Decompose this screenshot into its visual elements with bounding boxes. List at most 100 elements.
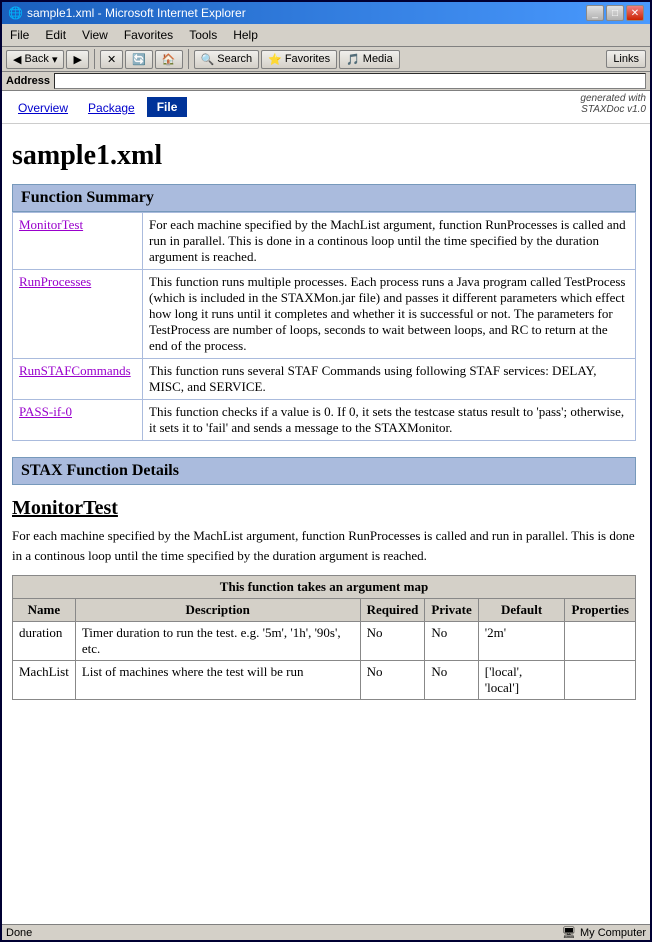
back-label: Back — [24, 53, 48, 65]
links-label: Links — [613, 53, 639, 65]
func-link-runstafcommands[interactable]: RunSTAFCommands — [19, 363, 131, 378]
func-desc-monitortest: For each machine specified by the MachLi… — [143, 213, 636, 270]
generated-line1: generated with — [580, 93, 646, 104]
stax-function-details-header: STAX Function Details — [12, 457, 636, 485]
forward-arrow-icon: ▶ — [73, 53, 81, 66]
table-row: RunSTAFCommands This function runs sever… — [13, 359, 636, 400]
toolbar-sep-2 — [188, 49, 189, 69]
search-button[interactable]: 🔍 Search — [194, 50, 260, 69]
star-icon: ⭐ — [268, 53, 282, 66]
title-bar: 🌐 sample1.xml - Microsoft Internet Explo… — [2, 2, 650, 24]
generated-info: generated with STAXDoc v1.0 — [576, 91, 650, 117]
media-button[interactable]: 🎵 Media — [339, 50, 400, 69]
back-dropdown-icon: ▾ — [52, 53, 58, 66]
home-icon: 🏠 — [162, 53, 176, 66]
table-row: MonitorTest For each machine specified b… — [13, 213, 636, 270]
arg-required-machlist: No — [360, 661, 425, 700]
tab-package[interactable]: Package — [80, 99, 143, 117]
home-button[interactable]: 🏠 — [155, 50, 183, 69]
arg-properties-machlist — [565, 661, 636, 700]
menu-favorites[interactable]: Favorites — [116, 26, 181, 44]
menu-bar: File Edit View Favorites Tools Help — [2, 24, 650, 47]
table-row: duration Timer duration to run the test.… — [13, 622, 636, 661]
menu-tools[interactable]: Tools — [181, 26, 225, 44]
arg-properties-duration — [565, 622, 636, 661]
table-row: RunProcesses This function runs multiple… — [13, 270, 636, 359]
arg-map-table: This function takes an argument map Name… — [12, 575, 636, 700]
minimize-button[interactable]: _ — [586, 5, 604, 21]
arg-desc-machlist: List of machines where the test will be … — [75, 661, 360, 700]
nav-tabs: Overview Package File — [2, 91, 195, 121]
col-default: Default — [478, 599, 565, 622]
ie-window: 🌐 sample1.xml - Microsoft Internet Explo… — [0, 0, 652, 942]
stop-icon: ✕ — [107, 53, 116, 66]
refresh-button[interactable]: 🔄 — [125, 50, 153, 69]
arg-desc-duration: Timer duration to run the test. e.g. '5m… — [75, 622, 360, 661]
col-private: Private — [425, 599, 478, 622]
address-label: Address — [6, 75, 50, 87]
address-bar: Address — [2, 72, 650, 91]
table-row: MachList List of machines where the test… — [13, 661, 636, 700]
links-button[interactable]: Links — [606, 50, 646, 68]
arg-private-machlist: No — [425, 661, 478, 700]
computer-icon: 🖥 — [562, 926, 576, 939]
arg-private-duration: No — [425, 622, 478, 661]
main-content: sample1.xml Function Summary MonitorTest… — [2, 124, 650, 924]
function-summary-table: MonitorTest For each machine specified b… — [12, 212, 636, 441]
window-title: sample1.xml - Microsoft Internet Explore… — [27, 6, 246, 20]
menu-help[interactable]: Help — [225, 26, 266, 44]
arg-default-machlist: ['local', 'local'] — [478, 661, 565, 700]
menu-view[interactable]: View — [74, 26, 116, 44]
favorites-button[interactable]: ⭐ Favorites — [261, 50, 337, 69]
title-bar-left: 🌐 sample1.xml - Microsoft Internet Explo… — [8, 6, 246, 20]
col-properties: Properties — [565, 599, 636, 622]
favorites-label: Favorites — [285, 53, 330, 65]
col-name: Name — [13, 599, 76, 622]
nav-header: Overview Package File generated with STA… — [2, 91, 650, 124]
arg-table-title: This function takes an argument map — [13, 576, 636, 599]
maximize-button[interactable]: □ — [606, 5, 624, 21]
menu-file[interactable]: File — [2, 26, 37, 44]
func-desc-passif0: This function checks if a value is 0. If… — [143, 400, 636, 441]
forward-button[interactable]: ▶ — [66, 50, 88, 69]
monitor-test-title: MonitorTest — [12, 497, 636, 520]
media-label: Media — [363, 53, 393, 65]
title-bar-buttons: _ □ ✕ — [586, 5, 644, 21]
status-right: 🖥 My Computer — [562, 926, 646, 939]
media-icon: 🎵 — [346, 53, 360, 66]
back-arrow-icon: ◀ — [13, 53, 21, 66]
func-desc-runstafcommands: This function runs several STAF Commands… — [143, 359, 636, 400]
col-required: Required — [360, 599, 425, 622]
generated-line2: STAXDoc v1.0 — [580, 104, 646, 115]
col-description: Description — [75, 599, 360, 622]
func-link-monitortest[interactable]: MonitorTest — [19, 217, 83, 232]
search-icon: 🔍 — [201, 53, 215, 66]
toolbar-sep-1 — [94, 49, 95, 69]
toolbar: ◀ Back ▾ ▶ ✕ 🔄 🏠 🔍 Search ⭐ Favorites 🎵 … — [2, 47, 650, 72]
status-bar: Done 🖥 My Computer — [2, 924, 650, 940]
search-label: Search — [217, 53, 252, 65]
status-done: Done — [6, 927, 32, 939]
menu-edit[interactable]: Edit — [37, 26, 74, 44]
status-computer: My Computer — [580, 927, 646, 939]
ie-icon: 🌐 — [8, 6, 23, 20]
stop-button[interactable]: ✕ — [100, 50, 123, 69]
status-left: Done — [6, 927, 32, 939]
address-input[interactable] — [54, 73, 646, 89]
func-link-runprocesses[interactable]: RunProcesses — [19, 274, 91, 289]
arg-name-duration: duration — [13, 622, 76, 661]
tab-overview[interactable]: Overview — [10, 99, 76, 117]
monitor-test-desc: For each machine specified by the MachLi… — [12, 526, 636, 565]
func-desc-runprocesses: This function runs multiple processes. E… — [143, 270, 636, 359]
tab-file[interactable]: File — [147, 97, 188, 117]
page-title: sample1.xml — [12, 140, 636, 172]
back-button[interactable]: ◀ Back ▾ — [6, 50, 64, 69]
table-row: PASS-if-0 This function checks if a valu… — [13, 400, 636, 441]
arg-name-machlist: MachList — [13, 661, 76, 700]
function-summary-header: Function Summary — [12, 184, 636, 212]
refresh-icon: 🔄 — [132, 53, 146, 66]
arg-required-duration: No — [360, 622, 425, 661]
arg-default-duration: '2m' — [478, 622, 565, 661]
func-link-passif0[interactable]: PASS-if-0 — [19, 404, 72, 419]
close-button[interactable]: ✕ — [626, 5, 644, 21]
